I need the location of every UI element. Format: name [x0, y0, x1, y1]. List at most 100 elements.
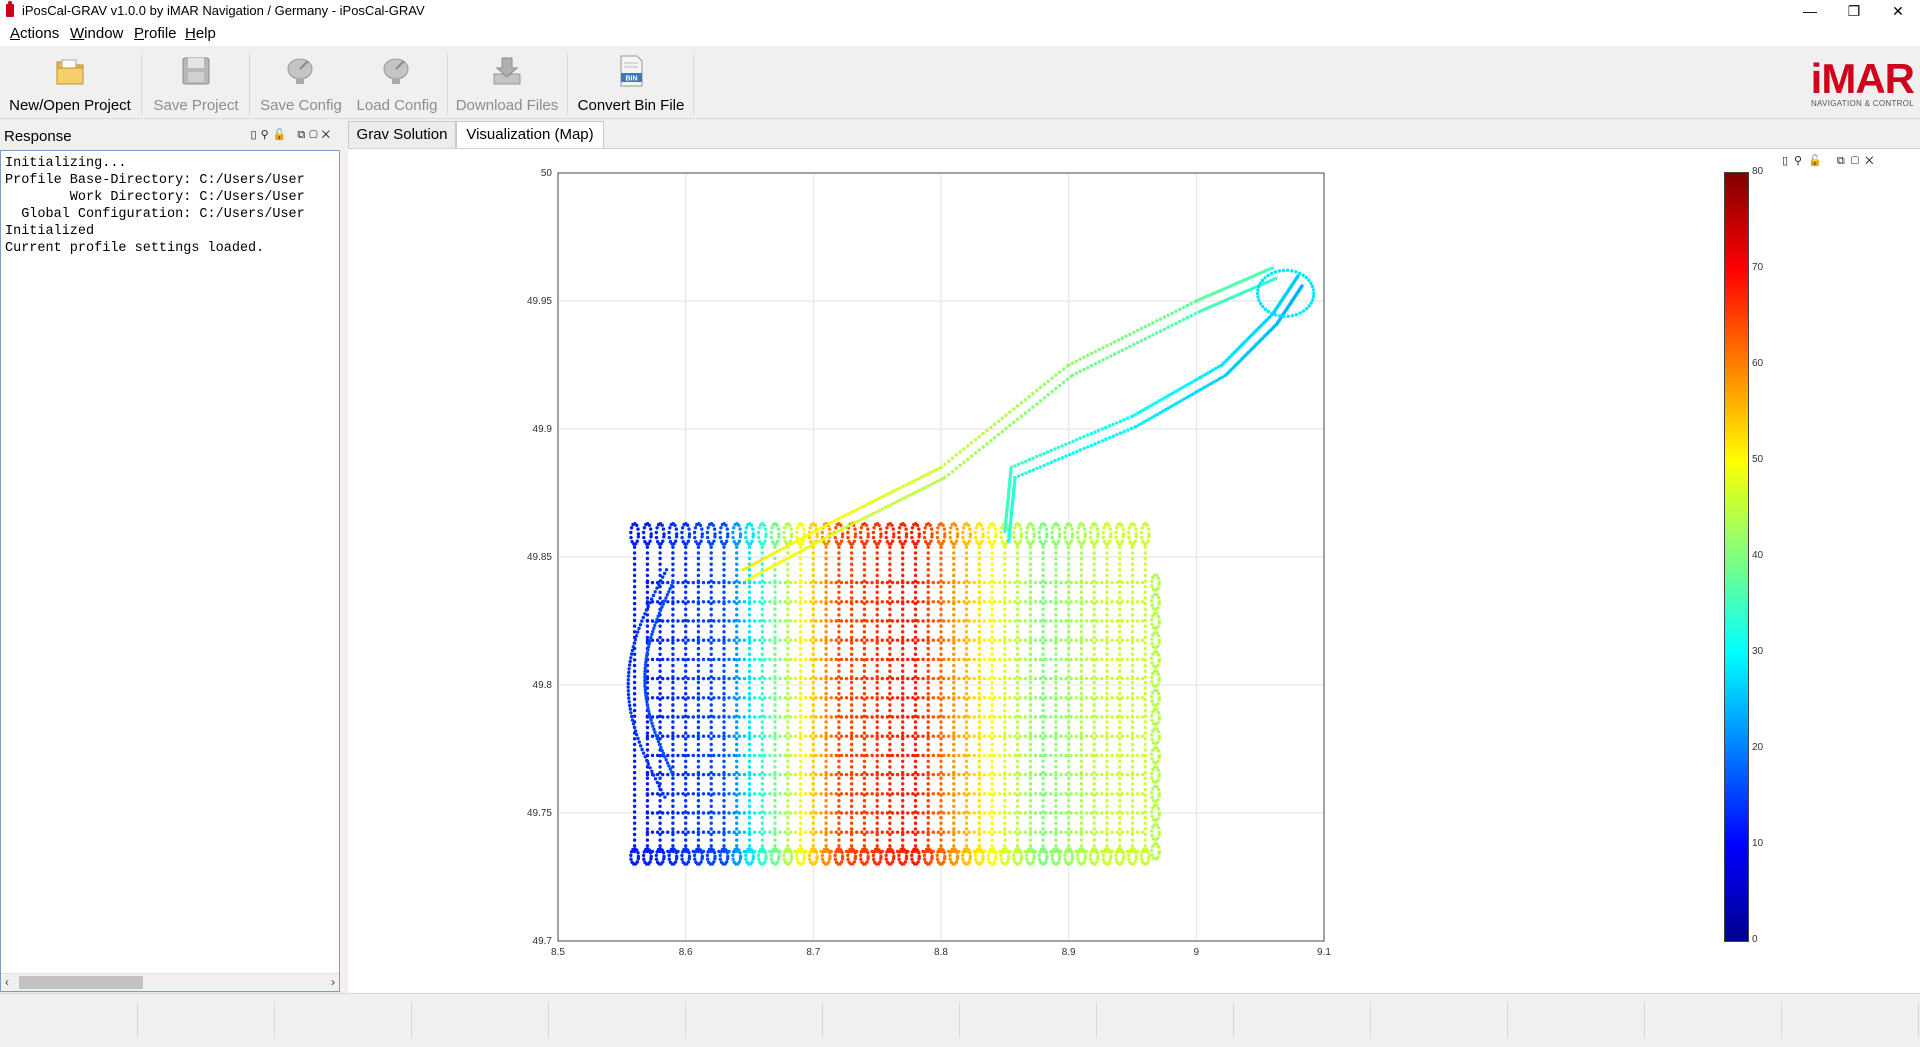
- track-point: [748, 600, 751, 603]
- track-point: [863, 630, 866, 633]
- track-point: [812, 805, 815, 808]
- track-point: [761, 748, 764, 751]
- track-point: [733, 773, 736, 776]
- track-point: [914, 608, 917, 611]
- close-icon[interactable]: ✕: [1876, 0, 1920, 22]
- response-text-area[interactable]: Initializing...Profile Base-Directory: C…: [0, 150, 340, 992]
- track-point: [1150, 642, 1153, 645]
- save-config-button[interactable]: Save Config: [256, 52, 346, 114]
- track-point: [735, 647, 738, 650]
- track-point: [1054, 773, 1057, 776]
- track-point: [633, 743, 636, 746]
- tab-grav-solution[interactable]: Grav Solution: [348, 121, 456, 148]
- track-point: [676, 735, 679, 738]
- track-point: [949, 858, 952, 861]
- track-point: [637, 535, 640, 538]
- restore-icon[interactable]: ❐: [1832, 0, 1876, 22]
- horizontal-scrollbar[interactable]: ‹ ›: [1, 973, 339, 991]
- track-point: [752, 535, 755, 538]
- track-point: [681, 831, 684, 834]
- track-point: [1059, 677, 1062, 680]
- track-point: [837, 816, 840, 819]
- track-point: [901, 608, 904, 611]
- track-point: [830, 658, 833, 661]
- track-point: [1003, 664, 1006, 667]
- track-point: [1105, 816, 1108, 819]
- track-point: [850, 765, 853, 768]
- figure-toolbar[interactable]: ▯⚲🔓 ⧉▢✕: [1782, 154, 1879, 168]
- track-point: [921, 850, 924, 853]
- track-point: [748, 608, 751, 611]
- scroll-right-icon[interactable]: ›: [331, 974, 335, 991]
- track-point: [891, 811, 894, 814]
- track-point: [646, 581, 649, 584]
- track-point: [719, 526, 722, 529]
- download-files-button[interactable]: Download Files: [452, 52, 562, 114]
- track-point: [942, 540, 945, 543]
- track-point: [1038, 531, 1041, 534]
- track-point: [888, 647, 891, 650]
- track-point: [733, 792, 736, 795]
- track-point: [1080, 792, 1083, 795]
- track-point: [845, 581, 848, 584]
- track-point: [819, 715, 822, 718]
- track-point: [633, 563, 636, 566]
- track-point: [681, 754, 684, 757]
- menu-profile[interactable]: Profile: [134, 25, 177, 42]
- load-config-button[interactable]: Load Config: [352, 52, 442, 114]
- track-point: [830, 735, 833, 738]
- tab-visualization-map[interactable]: Visualization (Map): [456, 121, 604, 149]
- track-point: [967, 581, 970, 584]
- menu-actions[interactable]: Actions: [10, 25, 59, 42]
- track-point: [692, 658, 695, 661]
- track-point: [850, 827, 853, 830]
- track-point: [1134, 860, 1137, 863]
- track-point: [921, 811, 924, 814]
- track-point: [1016, 777, 1019, 780]
- minimize-icon[interactable]: —: [1788, 0, 1832, 22]
- track-point: [748, 692, 751, 695]
- track-point: [1029, 782, 1032, 785]
- track-point: [710, 833, 713, 836]
- track-point: [901, 639, 904, 642]
- track-point: [1089, 536, 1092, 539]
- convert-bin-file-button[interactable]: BIN Convert Bin File: [574, 52, 688, 114]
- scroll-left-icon[interactable]: ‹: [5, 974, 9, 991]
- track-point: [722, 827, 725, 830]
- track-point: [702, 639, 705, 642]
- menu-help[interactable]: Help: [185, 25, 216, 42]
- track-point: [773, 568, 776, 571]
- track-point: [1071, 535, 1074, 538]
- dock-controls[interactable]: ▯⚲🔓 ⧉▢✕: [251, 128, 334, 142]
- track-point: [1044, 735, 1047, 738]
- track-point: [697, 600, 700, 603]
- track-point: [784, 811, 787, 814]
- track-point: [707, 811, 710, 814]
- track-point: [1131, 709, 1134, 712]
- track-point: [633, 709, 636, 712]
- map-plot[interactable]: 8.58.68.78.88.999.149.749.7549.849.8549.…: [520, 160, 1720, 960]
- scrollbar-thumb[interactable]: [19, 976, 143, 989]
- track-point: [1054, 600, 1057, 603]
- track-point: [684, 737, 687, 740]
- track-point: [1044, 860, 1047, 863]
- save-project-button[interactable]: Save Project: [148, 52, 244, 114]
- menu-window[interactable]: Window: [70, 25, 123, 42]
- track-point: [748, 624, 751, 627]
- new-open-project-button[interactable]: New/Open Project: [4, 52, 136, 114]
- track-point: [671, 681, 674, 684]
- track-point: [642, 854, 645, 857]
- track-point: [937, 600, 940, 603]
- track-point: [719, 854, 722, 857]
- track-point: [1003, 715, 1006, 718]
- track-point: [676, 792, 679, 795]
- track-point: [1008, 696, 1011, 699]
- track-point: [1039, 696, 1042, 699]
- track-point: [1075, 792, 1078, 795]
- track-point: [646, 831, 649, 834]
- track-point: [1024, 850, 1027, 853]
- track-point: [1067, 568, 1070, 571]
- track-point: [661, 773, 664, 776]
- track-point: [927, 715, 930, 718]
- track-point: [786, 574, 789, 577]
